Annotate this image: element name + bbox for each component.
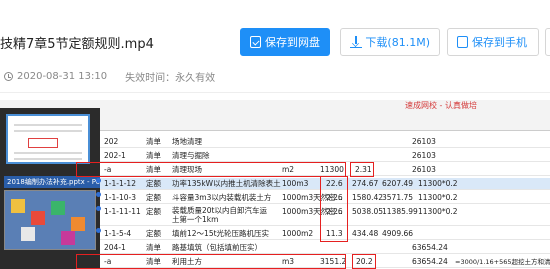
- row-bullet-icon: [96, 228, 101, 233]
- header-divider: [0, 92, 550, 93]
- annotation-box: [76, 254, 346, 269]
- annotation-box: [352, 254, 376, 269]
- expiry-text: 失效时间：永久有效: [125, 73, 216, 84]
- row-bullet-icon: [96, 178, 101, 183]
- row-bullet-icon: [96, 206, 101, 211]
- annotation-box: [76, 162, 346, 177]
- more-button[interactable]: [545, 28, 550, 56]
- upload-date: 2020-08-31 13:10: [17, 71, 108, 82]
- save-icon: [250, 36, 261, 48]
- video-player[interactable]: 2018编制办法补充.pptx - Pow... 速成网校 - 认真做培 202…: [0, 100, 550, 269]
- table-row: 202 清单 场地清理 26103: [100, 136, 550, 148]
- save-to-cloud-button[interactable]: 保存到网盘: [240, 28, 330, 56]
- table-row: 202-1 清单 清理与掘除 26103: [100, 150, 550, 162]
- phone-icon: [457, 36, 468, 48]
- table-row: 204-1 清单 路基填筑（包括填前压实） 63654.24: [100, 242, 550, 254]
- annotation-box: [320, 176, 348, 242]
- clock-icon: [4, 72, 13, 81]
- save-to-cloud-label: 保存到网盘: [265, 36, 320, 49]
- annotation-box: [350, 162, 374, 177]
- save-to-phone-button[interactable]: 保存到手机: [447, 28, 539, 56]
- file-title: 技精7章5节定额规则.mp4: [0, 37, 154, 52]
- save-to-phone-label: 保存到手机: [472, 36, 527, 49]
- row-bullet-icon: [96, 192, 101, 197]
- file-meta: 2020-08-31 13:10 失效时间：永久有效: [4, 69, 215, 84]
- watermark-banner: 速成网校 - 认真做培: [405, 101, 477, 110]
- video-sidebar: 2018编制办法补充.pptx - Pow...: [0, 108, 100, 269]
- download-label: 下载(81.1M): [365, 36, 430, 49]
- slide-thumbnail: [6, 114, 90, 164]
- chart-thumbnail: [4, 190, 96, 250]
- download-button[interactable]: 下载(81.1M): [340, 28, 440, 56]
- spreadsheet-view: 202 清单 场地清理 26103 202-1 清单 清理与掘除 26103 -…: [76, 130, 550, 269]
- download-icon: [350, 36, 362, 48]
- thumbnail-caption: 2018编制办法补充.pptx - Pow...: [4, 176, 100, 188]
